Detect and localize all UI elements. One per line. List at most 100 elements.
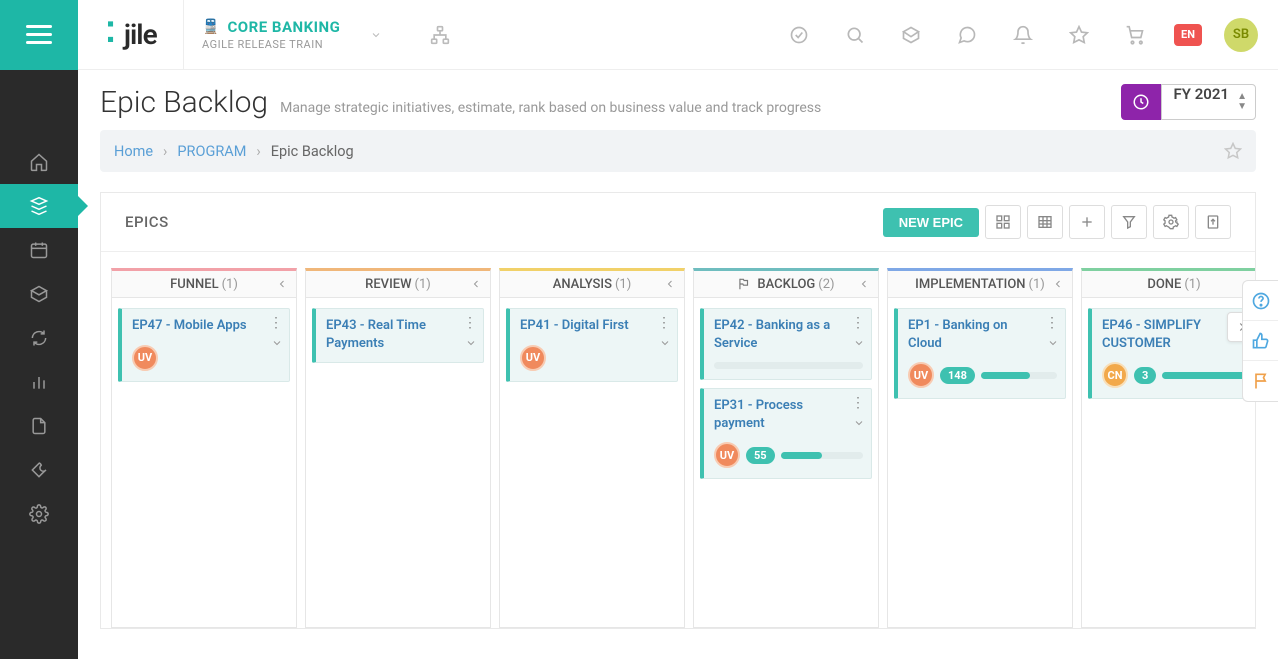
bell-icon[interactable]: [1006, 18, 1040, 52]
progress-bar: [1162, 372, 1251, 379]
chevron-left-icon[interactable]: [664, 278, 676, 290]
kebab-menu-icon[interactable]: ⋮: [851, 395, 865, 411]
period-clock-button[interactable]: [1121, 84, 1161, 120]
card-title: EP1 - Banking on Cloud: [908, 317, 1057, 352]
kebab-menu-icon[interactable]: ⋮: [269, 315, 283, 331]
nav-reports[interactable]: [0, 360, 78, 404]
lane-header[interactable]: DONE (1): [1081, 268, 1255, 298]
chevron-down-icon[interactable]: [853, 417, 865, 429]
lane-title: DONE: [1147, 277, 1181, 292]
epic-card[interactable]: EP47 - Mobile Apps⋮UV: [118, 308, 290, 382]
chevron-left-icon[interactable]: [858, 278, 870, 290]
filter-icon[interactable]: [1111, 205, 1147, 239]
view-table-icon[interactable]: [1027, 205, 1063, 239]
count-pill: 55: [746, 447, 775, 464]
chevron-down-icon[interactable]: [370, 29, 382, 41]
lane-header[interactable]: FUNNEL (1): [111, 268, 297, 298]
favorite-star-icon[interactable]: [1224, 142, 1242, 160]
kebab-menu-icon[interactable]: ⋮: [657, 315, 671, 331]
hierarchy-icon[interactable]: [430, 25, 450, 45]
nav-calendar[interactable]: [0, 228, 78, 272]
progress-bar: [781, 452, 863, 459]
chevron-left-icon[interactable]: [276, 278, 288, 290]
app-logo[interactable]: ⠅jile: [78, 0, 183, 70]
search-icon[interactable]: [838, 18, 872, 52]
chevron-left-icon[interactable]: [470, 278, 482, 290]
lane-header[interactable]: BACKLOG (2): [693, 268, 879, 298]
epic-card[interactable]: EP1 - Banking on Cloud⋮UV148: [894, 308, 1066, 399]
star-icon[interactable]: [1062, 18, 1096, 52]
language-badge[interactable]: EN: [1174, 24, 1202, 46]
assignee-avatar[interactable]: UV: [714, 442, 740, 468]
gear-icon[interactable]: [1153, 205, 1189, 239]
breadcrumb: Home › PROGRAM › Epic Backlog: [100, 130, 1256, 172]
nav-files[interactable]: [0, 404, 78, 448]
lane-title: IMPLEMENTATION: [915, 277, 1025, 292]
period-select[interactable]: FY 2021 ▲▼: [1161, 84, 1256, 120]
plus-icon[interactable]: [1069, 205, 1105, 239]
lane-title: BACKLOG: [757, 277, 815, 292]
nav-home[interactable]: [0, 140, 78, 184]
chevron-left-icon[interactable]: [1052, 278, 1064, 290]
assignee-avatar[interactable]: UV: [908, 362, 934, 388]
assignee-avatar[interactable]: CN: [1102, 362, 1128, 388]
chevron-down-icon[interactable]: [1047, 337, 1059, 349]
epic-card[interactable]: EP41 - Digital First⋮UV: [506, 308, 678, 382]
breadcrumb-home[interactable]: Home: [114, 143, 153, 160]
breadcrumb-current: Epic Backlog: [271, 143, 354, 160]
help-icon[interactable]: [1243, 281, 1278, 321]
lane-review: REVIEW (1) EP43 - Real Time Payments⋮: [305, 268, 491, 628]
breadcrumb-program[interactable]: PROGRAM: [177, 143, 246, 160]
project-switcher[interactable]: 🚆 CORE BANKING AGILE RELEASE TRAIN: [183, 0, 400, 70]
export-icon[interactable]: [1195, 205, 1231, 239]
lane-implementation: IMPLEMENTATION (1) EP1 - Banking on Cloud…: [887, 268, 1073, 628]
nav-tools[interactable]: [0, 448, 78, 492]
kebab-menu-icon[interactable]: ⋮: [851, 315, 865, 331]
lane-count: (1): [415, 277, 431, 292]
view-grid-icon[interactable]: [985, 205, 1021, 239]
lane-analysis: ANALYSIS (1)EP41 - Digital First⋮UV: [499, 268, 685, 628]
chevron-down-icon[interactable]: [659, 337, 671, 349]
lane-header[interactable]: ANALYSIS (1): [499, 268, 685, 298]
cart-icon[interactable]: [1118, 18, 1152, 52]
tour-flag-icon[interactable]: [1243, 361, 1278, 401]
card-footer: CN3: [1102, 362, 1251, 388]
chevron-down-icon[interactable]: [271, 337, 283, 349]
board-section-title: EPICS: [125, 213, 169, 231]
hamburger-menu[interactable]: [0, 0, 78, 70]
board-header: EPICS NEW EPIC: [101, 193, 1255, 252]
project-subtitle: AGILE RELEASE TRAIN: [202, 38, 340, 51]
lane-body: EP42 - Banking as a Service⋮EP31 - Proce…: [693, 298, 879, 628]
lane-header[interactable]: REVIEW (1): [305, 268, 491, 298]
epic-card[interactable]: EP42 - Banking as a Service⋮: [700, 308, 872, 380]
assignee-avatar[interactable]: UV: [132, 345, 158, 371]
card-title: EP42 - Banking as a Service: [714, 317, 863, 352]
select-caret-icon: ▲▼: [1237, 92, 1247, 112]
new-epic-button[interactable]: NEW EPIC: [883, 208, 979, 237]
thumbs-up-icon[interactable]: [1243, 321, 1278, 361]
left-nav: [0, 70, 78, 659]
nav-box[interactable]: [0, 272, 78, 316]
kebab-menu-icon[interactable]: ⋮: [463, 315, 477, 331]
inbox-icon[interactable]: [894, 18, 928, 52]
chevron-down-icon[interactable]: [853, 337, 865, 349]
chevron-down-icon[interactable]: [465, 337, 477, 349]
assignee-avatar[interactable]: UV: [520, 345, 546, 371]
epic-card[interactable]: EP31 - Process payment⋮ UV 55: [700, 388, 872, 479]
nav-loop[interactable]: [0, 316, 78, 360]
nav-settings[interactable]: [0, 492, 78, 536]
lane-header[interactable]: IMPLEMENTATION (1): [887, 268, 1073, 298]
project-title: CORE BANKING: [227, 18, 340, 36]
check-circle-icon[interactable]: [782, 18, 816, 52]
lane-title: FUNNEL: [170, 277, 218, 292]
card-title: EP31 - Process payment: [714, 397, 863, 432]
main-content: Epic Backlog Manage strategic initiative…: [78, 70, 1278, 659]
lane-count: (2): [818, 277, 834, 292]
board-actions: NEW EPIC: [883, 205, 1231, 239]
chat-icon[interactable]: [950, 18, 984, 52]
nav-backlog[interactable]: [0, 184, 78, 228]
epic-card[interactable]: EP43 - Real Time Payments⋮: [312, 308, 484, 363]
progress-bar: [981, 372, 1057, 379]
kebab-menu-icon[interactable]: ⋮: [1045, 315, 1059, 331]
user-avatar[interactable]: SB: [1224, 18, 1258, 52]
